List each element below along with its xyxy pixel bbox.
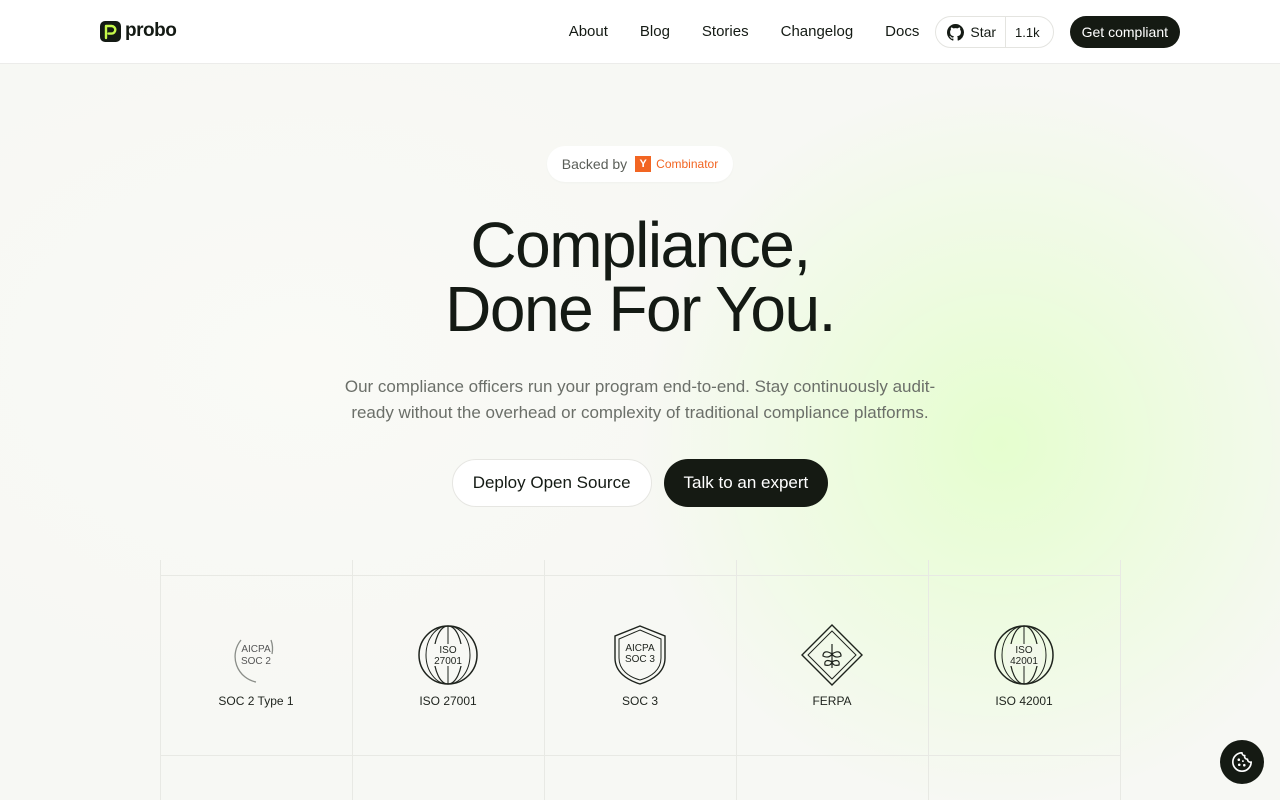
yc-text: Combinator bbox=[656, 157, 719, 171]
shield-icon: AICPA SOC 3 bbox=[614, 624, 666, 685]
iso-badge-line1: ISO bbox=[439, 645, 456, 656]
site-header: probo About Blog Stories Changelog Docs … bbox=[0, 0, 1280, 64]
backed-by-badge[interactable]: Backed by Y Combinator bbox=[547, 146, 733, 182]
hero-title: Compliance, Done For You. bbox=[0, 213, 1280, 341]
cert-soc3: AICPA SOC 3 SOC 3 bbox=[544, 576, 736, 755]
soc2-badge-line2: SOC 2 bbox=[241, 656, 271, 667]
iso-globe-icon: ISO 27001 bbox=[418, 624, 478, 685]
yc-icon: Y bbox=[635, 156, 652, 172]
iso-badge-line2: 27001 bbox=[434, 656, 462, 667]
nav-changelog[interactable]: Changelog bbox=[765, 16, 870, 48]
hero-buttons: Deploy Open Source Talk to an expert bbox=[0, 459, 1280, 507]
nav-blog[interactable]: Blog bbox=[624, 16, 686, 48]
cert-label: ISO 42001 bbox=[995, 693, 1053, 708]
soc3-badge-line1: AICPA bbox=[625, 643, 655, 654]
cert-label: ISO 27001 bbox=[419, 693, 477, 708]
cert-iso-27001: ISO 27001 ISO 27001 bbox=[352, 576, 544, 755]
github-star-label: Star bbox=[970, 24, 997, 40]
soc2-badge-line1: AICPA bbox=[241, 644, 271, 655]
certifications-row: AICPA SOC 2 SOC 2 Type 1 ISO 27001 ISO 2… bbox=[160, 576, 1121, 756]
nav-stories[interactable]: Stories bbox=[686, 16, 765, 48]
nav-about[interactable]: About bbox=[553, 16, 624, 48]
cert-label: FERPA bbox=[812, 693, 852, 708]
talk-to-expert-button[interactable]: Talk to an expert bbox=[663, 459, 829, 507]
soc3-badge-line2: SOC 3 bbox=[625, 654, 655, 665]
cert-label: SOC 2 Type 1 bbox=[218, 693, 294, 708]
main-nav: About Blog Stories Changelog Docs Star 1… bbox=[553, 16, 1180, 48]
github-star-count: 1.1k bbox=[1015, 24, 1040, 40]
iso42001-badge-line1: ISO bbox=[1015, 645, 1032, 656]
certifications-grid: AICPA SOC 2 SOC 2 Type 1 ISO 27001 ISO 2… bbox=[160, 575, 1121, 756]
cookie-settings-button[interactable] bbox=[1220, 740, 1264, 784]
probo-logo-icon bbox=[100, 20, 121, 42]
hero-subtitle-line2: ready without the overhead or complexity… bbox=[351, 403, 929, 422]
cookie-icon bbox=[1232, 752, 1252, 772]
ferpa-diamond-icon bbox=[801, 623, 863, 686]
hero-title-line1: Compliance, bbox=[470, 209, 811, 281]
logo-text: probo bbox=[125, 20, 177, 41]
hero-subtitle: Our compliance officers run your program… bbox=[330, 374, 950, 426]
hero-title-line2: Done For You. bbox=[445, 273, 836, 345]
soc2-badge-icon: AICPA SOC 2 bbox=[234, 639, 274, 683]
cert-label: SOC 3 bbox=[621, 693, 658, 708]
deploy-open-source-button[interactable]: Deploy Open Source bbox=[451, 459, 652, 507]
nav-docs[interactable]: Docs bbox=[869, 16, 935, 48]
github-star[interactable]: Star bbox=[936, 17, 1007, 47]
github-icon bbox=[947, 23, 965, 41]
github-star-button[interactable]: Star 1.1k bbox=[935, 16, 1054, 48]
yc-logo: Y Combinator bbox=[635, 156, 718, 172]
get-compliant-button[interactable]: Get compliant bbox=[1069, 16, 1180, 48]
cert-iso-42001: ISO 42001 ISO 42001 bbox=[928, 576, 1120, 755]
backed-by-text: Backed by bbox=[561, 156, 628, 172]
logo[interactable]: probo bbox=[100, 20, 177, 42]
iso-globe-icon: ISO 42001 bbox=[994, 624, 1054, 685]
cert-ferpa: FERPA bbox=[736, 576, 928, 755]
cert-soc2-type1: AICPA SOC 2 SOC 2 Type 1 bbox=[160, 576, 352, 755]
iso42001-badge-line2: 42001 bbox=[1010, 656, 1038, 667]
hero-subtitle-line1: Our compliance officers run your program… bbox=[344, 377, 936, 396]
